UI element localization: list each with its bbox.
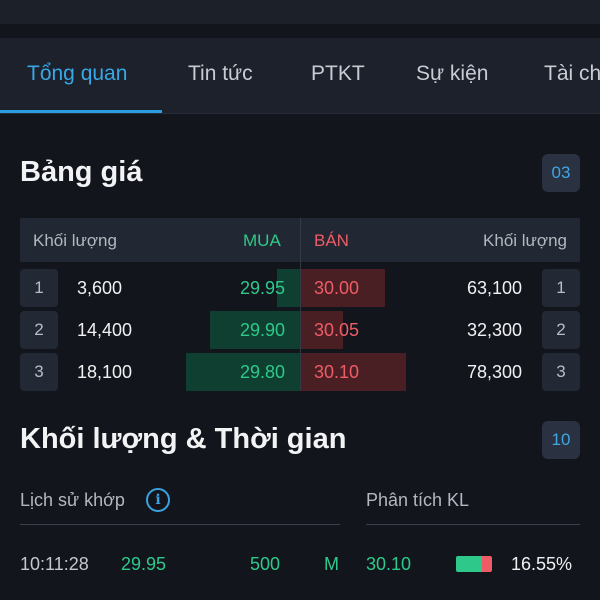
tab-bar: Tổng quan Tin tức PTKT Sự kiện Tài ch bbox=[0, 38, 600, 114]
sell-volume: 78,300 bbox=[466, 362, 522, 382]
info-icon[interactable]: i bbox=[146, 488, 170, 512]
volume-analysis-label[interactable]: Phân tích KL bbox=[366, 490, 469, 511]
tab-news[interactable]: Tin tức bbox=[188, 62, 253, 86]
buy-volume: 3,600 bbox=[77, 278, 123, 298]
buy-volume: 14,400 bbox=[77, 320, 133, 340]
row-index-left: 1 bbox=[20, 269, 58, 307]
buy-volume-header: Khối lượng bbox=[33, 231, 117, 250]
row-index-right: 2 bbox=[542, 311, 580, 349]
row-index-right: 1 bbox=[542, 269, 580, 307]
volume-time-badge[interactable]: 10 bbox=[542, 421, 580, 459]
trade-time: 10:11:28 bbox=[20, 554, 89, 574]
sell-header: BÁN bbox=[314, 231, 349, 250]
sell-price[interactable]: 30.10 bbox=[314, 362, 359, 383]
row-index-left: 2 bbox=[20, 311, 58, 349]
tab-overview[interactable]: Tổng quan bbox=[27, 62, 127, 86]
status-strip bbox=[0, 0, 600, 24]
sell-volume: 63,100 bbox=[466, 278, 522, 298]
analysis-percent: 16.55% bbox=[511, 554, 573, 574]
sell-ratio-segment bbox=[482, 556, 492, 572]
buy-volume: 18,100 bbox=[77, 362, 133, 382]
analysis-price: 30.10 bbox=[366, 554, 412, 574]
sell-price[interactable]: 30.05 bbox=[314, 320, 359, 341]
order-book-title: Bảng giá bbox=[20, 156, 143, 188]
buy-price[interactable]: 29.90 bbox=[240, 320, 285, 341]
tab-technical[interactable]: PTKT bbox=[311, 62, 365, 86]
match-history-label[interactable]: Lịch sử khớp bbox=[20, 490, 125, 511]
history-underline bbox=[20, 524, 340, 525]
sell-volume-header: Khối lượng bbox=[483, 231, 567, 250]
trade-volume: 500 bbox=[250, 554, 281, 574]
buy-header: MUA bbox=[243, 231, 281, 250]
volume-time-title: Khối lượng & Thời gian bbox=[20, 423, 347, 455]
sell-volume: 32,300 bbox=[466, 320, 522, 340]
tab-events[interactable]: Sự kiện bbox=[416, 62, 488, 86]
buy-price[interactable]: 29.95 bbox=[240, 278, 285, 299]
order-book-depth-badge[interactable]: 03 bbox=[542, 154, 580, 192]
tab-finance[interactable]: Tài ch bbox=[544, 62, 600, 86]
buy-price[interactable]: 29.80 bbox=[240, 362, 285, 383]
trade-price: 29.95 bbox=[121, 554, 167, 574]
buy-ratio-segment bbox=[456, 556, 482, 572]
buy-sell-ratio-bar bbox=[456, 556, 492, 572]
sell-price[interactable]: 30.00 bbox=[314, 278, 359, 299]
order-book-divider bbox=[300, 218, 301, 390]
active-tab-indicator bbox=[0, 110, 162, 113]
row-index-left: 3 bbox=[20, 353, 58, 391]
trade-side: M bbox=[324, 554, 339, 574]
row-index-right: 3 bbox=[542, 353, 580, 391]
analysis-underline bbox=[366, 524, 580, 525]
